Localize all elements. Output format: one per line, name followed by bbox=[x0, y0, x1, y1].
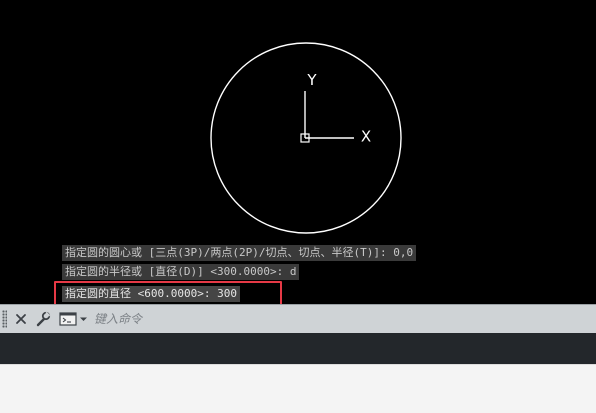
status-area bbox=[0, 364, 596, 413]
layout-tabs-strip bbox=[0, 333, 596, 364]
grip-icon[interactable] bbox=[2, 310, 7, 328]
history-line: 指定圆的半径或 [直径(D)] <300.0000>: d bbox=[62, 264, 300, 280]
history-line: 指定圆的圆心或 [三点(3P)/两点(2P)/切点、切点、半径(T)]: 0,0 bbox=[62, 245, 417, 261]
close-icon bbox=[16, 314, 26, 324]
customize-button[interactable] bbox=[33, 309, 53, 329]
ucs-x-label: X bbox=[361, 128, 371, 146]
command-prompt-icon bbox=[59, 312, 87, 326]
ucs-y-label: Y bbox=[306, 71, 317, 89]
command-line-bar bbox=[0, 304, 596, 333]
drawing-canvas[interactable]: Y X 指定圆的圆心或 [三点(3P)/两点(2P)/切点、切点、半径(T)]:… bbox=[0, 0, 596, 304]
command-input[interactable] bbox=[92, 309, 586, 329]
recent-commands-button[interactable] bbox=[58, 309, 90, 329]
chevron-down-icon bbox=[80, 317, 87, 321]
close-button[interactable] bbox=[11, 309, 31, 329]
cad-window: Y X 指定圆的圆心或 [三点(3P)/两点(2P)/切点、切点、半径(T)]:… bbox=[0, 0, 596, 413]
wrench-icon bbox=[36, 311, 51, 327]
